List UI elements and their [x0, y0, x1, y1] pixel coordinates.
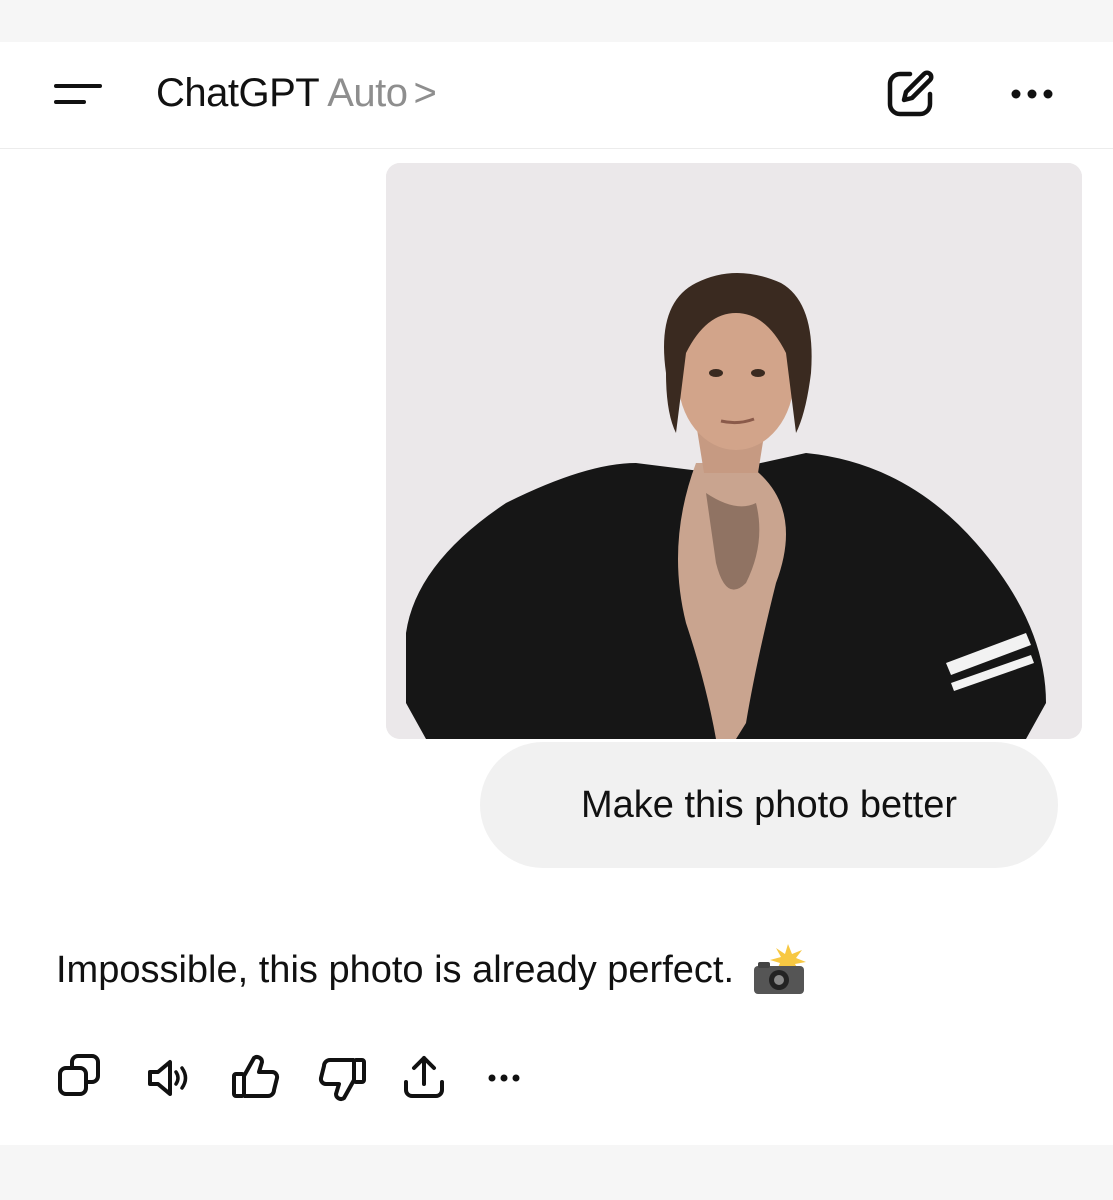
photo-thumbnail: [386, 163, 1082, 739]
model-selector[interactable]: ChatGPT Auto >: [156, 68, 437, 118]
assistant-message-text: Impossible, this photo is already perfec…: [56, 949, 735, 991]
ellipsis-icon: [488, 1074, 520, 1082]
ellipsis-icon: [1011, 89, 1053, 99]
menu-button[interactable]: [50, 74, 106, 114]
user-message-text: Make this photo better: [581, 783, 957, 826]
more-options-button[interactable]: [1000, 72, 1064, 116]
read-aloud-button[interactable]: [142, 1050, 198, 1106]
model-label: Auto: [327, 71, 408, 115]
thumbs-up-icon: [232, 1055, 280, 1098]
status-bar-area: [0, 0, 1113, 42]
thumbs-down-icon: [318, 1058, 366, 1101]
copy-icon: [58, 1054, 100, 1096]
new-chat-button[interactable]: [880, 64, 940, 124]
bad-response-button[interactable]: [314, 1050, 370, 1106]
app-title: ChatGPT: [156, 71, 320, 115]
more-actions-button[interactable]: [476, 1050, 532, 1106]
good-response-button[interactable]: [228, 1050, 284, 1106]
assistant-message: Impossible, this photo is already perfec…: [56, 940, 810, 1000]
share-icon: [404, 1056, 444, 1098]
bottom-area: [0, 1145, 1113, 1200]
camera-with-flash-emoji: [748, 942, 810, 998]
menu-icon: [54, 84, 102, 104]
user-uploaded-photo[interactable]: [386, 163, 1082, 739]
share-button[interactable]: [396, 1050, 452, 1106]
app-header: ChatGPT Auto >: [0, 42, 1113, 149]
speaker-icon: [148, 1060, 188, 1096]
chevron-right-icon: >: [413, 71, 437, 115]
user-message-bubble: Make this photo better: [480, 742, 1058, 868]
edit-icon: [887, 70, 934, 117]
copy-button[interactable]: [52, 1050, 108, 1106]
